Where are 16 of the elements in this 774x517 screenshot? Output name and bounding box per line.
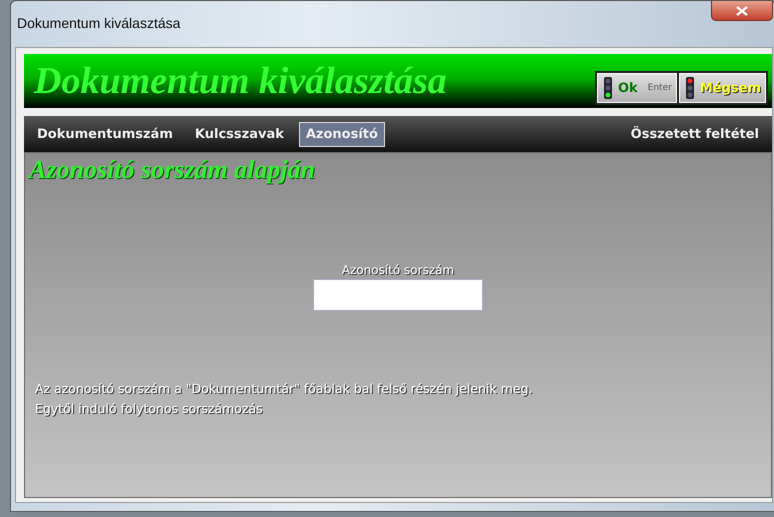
tab[interactable]: Kulcsszavak bbox=[188, 122, 291, 146]
tab[interactable]: Összetett feltétel bbox=[624, 122, 766, 146]
section-title: Azonosító sorszám alapján bbox=[26, 154, 316, 185]
input-field[interactable] bbox=[313, 279, 483, 311]
window-title: Dokumentum kiválasztása bbox=[17, 15, 180, 31]
traffic-light-icon bbox=[602, 77, 614, 99]
ok-button[interactable]: Ok Enter bbox=[596, 73, 677, 103]
help-text: Az azonosító sorszám a "Dokumentumtár" főablak bal felső részén jelenik meg. bbox=[35, 380, 534, 398]
close-icon bbox=[736, 6, 748, 16]
close-button[interactable] bbox=[711, 1, 773, 21]
tab[interactable]: Dokumentumszám bbox=[30, 122, 180, 146]
tab[interactable]: Azonosító bbox=[298, 122, 385, 146]
field-label: Azonosító sorszám bbox=[342, 263, 454, 277]
help-text: Egytől induló folytonos sorszámozás bbox=[35, 400, 264, 418]
traffic-light-icon bbox=[684, 77, 696, 99]
header-title: Dokumentum kiválasztása bbox=[34, 59, 447, 103]
